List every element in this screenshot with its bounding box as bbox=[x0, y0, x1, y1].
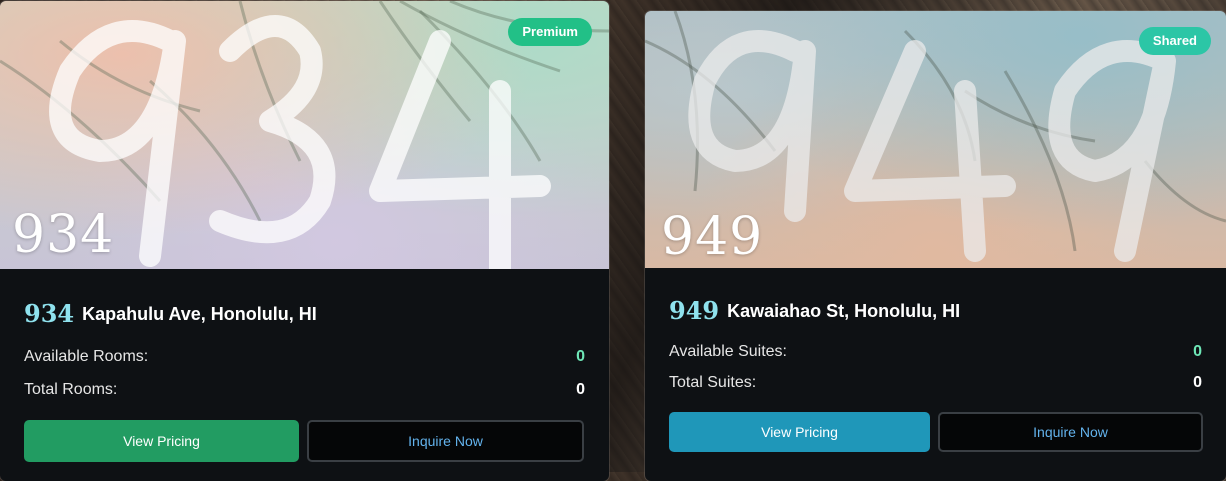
view-pricing-button[interactable]: View Pricing bbox=[669, 412, 930, 452]
property-card: 934 Premium 934 Kapahulu Ave, Honolulu, H… bbox=[0, 1, 609, 481]
total-suites-value: 0 bbox=[1193, 374, 1202, 391]
available-suites-value: 0 bbox=[1193, 343, 1202, 360]
total-suites-label: Total Suites: bbox=[669, 374, 757, 391]
available-suites-row: Available Suites: 0 bbox=[669, 343, 1202, 361]
title-street: Kapahulu Ave, Honolulu, HI bbox=[82, 304, 317, 324]
available-rooms-row: Available Rooms: 0 bbox=[24, 348, 585, 366]
view-pricing-button[interactable]: View Pricing bbox=[24, 420, 299, 462]
title-street: Kawaiahao St, Honolulu, HI bbox=[727, 301, 961, 321]
shared-badge: Shared bbox=[1138, 27, 1211, 55]
inquire-now-button[interactable]: Inquire Now bbox=[307, 420, 584, 462]
total-rooms-label: Total Rooms: bbox=[24, 381, 118, 398]
property-title: 934 Kapahulu Ave, Honolulu, HI bbox=[24, 299, 317, 328]
premium-badge: Premium bbox=[508, 18, 592, 46]
inquire-now-button[interactable]: Inquire Now bbox=[938, 412, 1203, 452]
available-rooms-label: Available Rooms: bbox=[24, 348, 149, 365]
available-rooms-value: 0 bbox=[576, 348, 585, 365]
hero-number: 934 bbox=[12, 205, 115, 265]
title-number: 934 bbox=[24, 299, 75, 328]
property-image[interactable]: 934 Premium bbox=[0, 1, 609, 269]
total-rooms-row: Total Rooms: 0 bbox=[24, 381, 585, 399]
available-suites-label: Available Suites: bbox=[669, 343, 787, 360]
property-image[interactable]: 949 Shared bbox=[645, 11, 1226, 268]
total-suites-row: Total Suites: 0 bbox=[669, 374, 1202, 392]
property-card: 949 Shared 949 Kawaiahao St, Honolulu, HI… bbox=[645, 11, 1226, 481]
hero-number: 949 bbox=[661, 207, 764, 267]
total-rooms-value: 0 bbox=[576, 381, 585, 398]
title-number: 949 bbox=[669, 296, 720, 325]
property-title: 949 Kawaiahao St, Honolulu, HI bbox=[669, 296, 960, 325]
